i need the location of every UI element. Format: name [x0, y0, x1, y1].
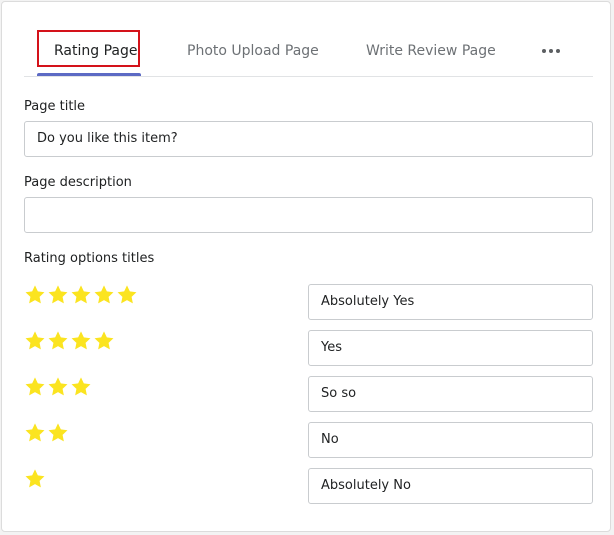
star-icon — [48, 285, 68, 304]
rating-option-title-input[interactable]: Yes — [308, 330, 593, 366]
page-title-input[interactable]: Do you like this item? — [24, 121, 593, 157]
more-horizontal-icon[interactable] — [541, 30, 561, 72]
active-tab-underline — [37, 73, 141, 76]
star-icon — [25, 469, 45, 488]
star-icon — [117, 285, 137, 304]
star-rating-3 — [24, 376, 92, 398]
star-icon — [25, 285, 45, 304]
star-icon — [71, 331, 91, 350]
star-icon — [71, 377, 91, 396]
rating-option-title-input[interactable]: Absolutely No — [308, 468, 593, 504]
star-icon — [94, 285, 114, 304]
rating-options-label: Rating options titles — [24, 251, 155, 266]
star-rating-5 — [24, 284, 138, 306]
star-icon — [25, 331, 45, 350]
rating-option-title-input[interactable]: So so — [308, 376, 593, 412]
star-rating-1 — [24, 468, 46, 490]
page-title-label: Page title — [24, 99, 86, 114]
rating-settings-card: Rating Page Photo Upload Page Write Revi… — [1, 1, 611, 532]
tab-photo-upload-page[interactable]: Photo Upload Page — [187, 30, 319, 76]
page-description-input[interactable] — [24, 197, 593, 233]
star-icon — [48, 331, 68, 350]
star-icon — [48, 377, 68, 396]
star-icon — [94, 331, 114, 350]
rating-option-title-input[interactable]: No — [308, 422, 593, 458]
star-rating-4 — [24, 330, 115, 352]
star-rating-2 — [24, 422, 69, 444]
star-icon — [71, 285, 91, 304]
page-description-label: Page description — [24, 175, 132, 190]
star-icon — [48, 423, 68, 442]
tab-rating-page[interactable]: Rating Page — [54, 30, 137, 76]
tab-bar: Rating Page Photo Upload Page Write Revi… — [24, 30, 593, 77]
rating-option-title-input[interactable]: Absolutely Yes — [308, 284, 593, 320]
star-icon — [25, 377, 45, 396]
tab-write-review-page[interactable]: Write Review Page — [366, 30, 496, 76]
star-icon — [25, 423, 45, 442]
